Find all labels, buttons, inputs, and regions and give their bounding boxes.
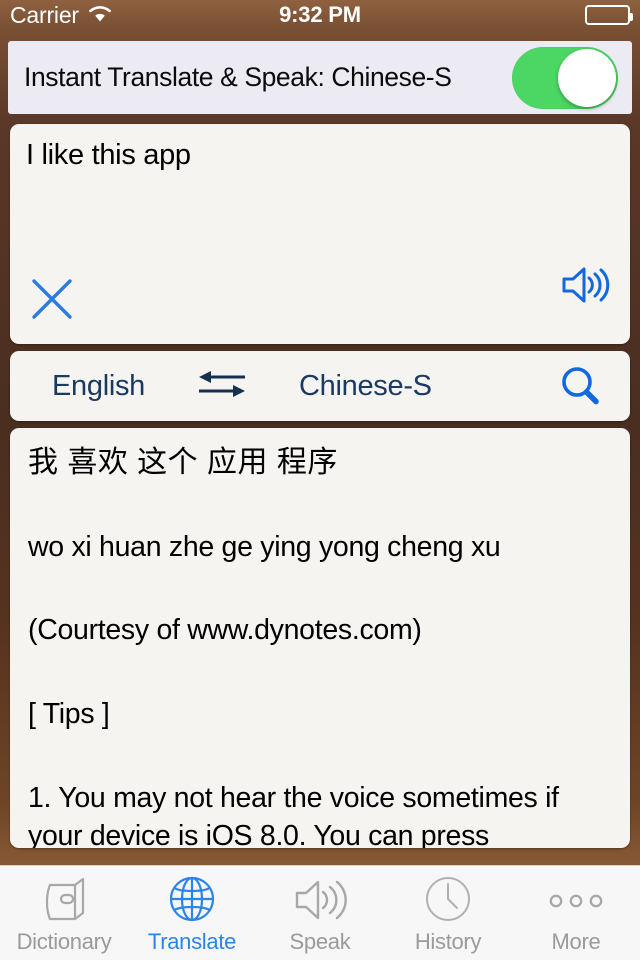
status-bar: Carrier 9:32 PM <box>0 0 640 30</box>
wifi-icon <box>87 3 113 29</box>
ellipsis-icon <box>546 873 606 927</box>
tab-label-history: History <box>414 929 482 954</box>
tab-speak[interactable]: Speak <box>256 866 384 960</box>
search-icon <box>562 367 599 405</box>
source-text-panel[interactable]: I like this app <box>10 124 630 344</box>
result-line-tips-heading: [ Tips ] <box>28 697 110 730</box>
toggle-knob <box>558 48 616 107</box>
swap-arrows-icon[interactable] <box>197 367 247 406</box>
source-language-button[interactable]: English <box>52 370 145 403</box>
tab-translate[interactable]: Translate <box>128 866 256 960</box>
dictionary-book-icon <box>37 873 91 927</box>
tab-label-dictionary: Dictionary <box>16 929 112 954</box>
result-line-courtesy: (Courtesy of www.dynotes.com) <box>28 614 422 647</box>
tab-label-more: More <box>551 929 601 954</box>
translation-result-panel[interactable]: 我 喜欢 这个 应用 程序 wo xi huan zhe ge ying yon… <box>10 428 630 848</box>
tab-label-translate: Translate <box>147 929 237 954</box>
tab-label-speak: Speak <box>289 929 351 954</box>
result-line-tips-item-1: 1. You may not hear the voice sometimes … <box>28 782 559 848</box>
clock-icon <box>421 873 475 927</box>
tab-history[interactable]: History <box>384 866 512 960</box>
clear-text-button[interactable] <box>30 277 74 326</box>
battery-icon <box>585 5 633 25</box>
carrier-label: Carrier <box>10 1 79 28</box>
search-button[interactable] <box>558 364 602 408</box>
result-line-pinyin: wo xi huan zhe ge ying yong cheng xu <box>28 530 501 563</box>
instant-translate-header: Instant Translate & Speak: Chinese-S <box>8 41 632 114</box>
tab-bar: Dictionary Translate Speak History More <box>0 865 640 960</box>
globe-icon <box>165 873 219 927</box>
status-bar-left: Carrier <box>10 1 113 29</box>
source-text-input[interactable]: I like this app <box>26 138 546 173</box>
header-title: Instant Translate & Speak: Chinese-S <box>24 62 452 92</box>
target-language-button[interactable]: Chinese-S <box>299 370 432 403</box>
speak-source-button[interactable] <box>560 264 612 311</box>
speaker-icon <box>291 873 349 927</box>
result-line-translation: 我 喜欢 这个 应用 程序 <box>28 446 338 479</box>
language-selector-bar: English Chinese-S <box>10 351 630 421</box>
status-bar-right <box>585 5 633 25</box>
tab-dictionary[interactable]: Dictionary <box>0 866 128 960</box>
tab-more[interactable]: More <box>512 866 640 960</box>
instant-translate-toggle[interactable] <box>512 46 618 109</box>
